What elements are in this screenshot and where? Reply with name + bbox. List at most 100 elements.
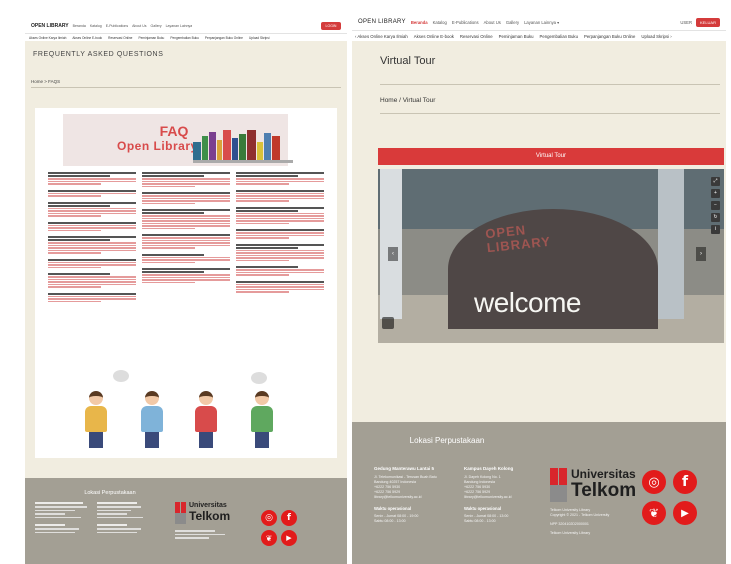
menu-item-katalog[interactable]: Katalog bbox=[90, 24, 102, 28]
tour-prev-arrow-icon[interactable]: ‹ bbox=[388, 247, 398, 261]
faq-text-columns bbox=[45, 172, 327, 362]
instagram-icon[interactable]: ◎ bbox=[642, 470, 666, 494]
twitter-icon[interactable]: ❦ bbox=[261, 530, 277, 546]
telkom-mark-icon bbox=[175, 502, 186, 524]
youtube-icon[interactable]: ▶ bbox=[673, 501, 697, 525]
top-navbar: OPEN LIBRARY Beranda Katalog E-Publicati… bbox=[352, 14, 726, 30]
main-menu: Beranda Katalog E-Publications About Us … bbox=[69, 24, 193, 28]
info-line: NPP 3204102D2000001 bbox=[550, 522, 589, 526]
email-link[interactable]: library@telkomuniversity.ac.id bbox=[464, 495, 544, 500]
breadcrumb: Home / Virtual Tour bbox=[380, 97, 436, 104]
footer-location-column bbox=[35, 502, 90, 535]
subnav-ebook[interactable]: Akses Online E-book bbox=[72, 36, 102, 40]
logo-text-line2: Telkom bbox=[189, 509, 231, 523]
virtual-tour-page-screenshot: OPEN LIBRARY Beranda Katalog E-Publicati… bbox=[352, 14, 726, 564]
page-title: Virtual Tour bbox=[380, 55, 436, 67]
telkom-mark-icon bbox=[550, 468, 567, 502]
bookshelf-illustration bbox=[193, 128, 293, 160]
hours-heading: Waktu operasional bbox=[464, 506, 502, 511]
subnav-reservasi[interactable]: Reservasi Online bbox=[460, 34, 493, 39]
menu-item-epublications[interactable]: E-Publications bbox=[106, 24, 128, 28]
subnav-pengembalian[interactable]: Pengembalian Buku bbox=[170, 36, 199, 40]
shelf bbox=[193, 160, 293, 163]
footer-location-column: Kampus Dayeh Kolong Jl. Dayeh Kolong No.… bbox=[464, 466, 544, 524]
menu-item-katalog[interactable]: Katalog bbox=[433, 20, 447, 25]
tour-next-arrow-icon[interactable]: › bbox=[696, 247, 706, 261]
facebook-icon[interactable]: f bbox=[673, 470, 697, 494]
youtube-icon[interactable]: ▶ bbox=[281, 530, 297, 546]
poster-header: FAQ Open Library bbox=[63, 114, 293, 166]
footer: Lokasi Perpustakaan Gedung Manterawu Lan… bbox=[352, 422, 726, 564]
site-brand[interactable]: OPEN LIBRARY bbox=[358, 19, 406, 25]
location-heading: Gedung Manterawu Lantai 5 bbox=[374, 466, 435, 471]
main-menu: Beranda Katalog E-Publications About Us … bbox=[406, 20, 559, 25]
top-navbar: OPEN LIBRARY Beranda Katalog E-Publicati… bbox=[25, 18, 347, 33]
telkom-university-logo[interactable]: Universitas Telkom bbox=[550, 468, 636, 502]
subnav-karya-ilmiah[interactable]: Akses Online Karya Ilmiah bbox=[29, 36, 66, 40]
tour-zoom-in-icon[interactable]: + bbox=[711, 189, 720, 198]
tour-zoom-out-icon[interactable]: − bbox=[711, 201, 720, 210]
virtual-tour-header-bar: Virtual Tour bbox=[378, 148, 724, 165]
divider bbox=[380, 113, 720, 114]
footer-info: Telkom University Library Copyright © 20… bbox=[550, 508, 630, 536]
menu-item-about[interactable]: About Us bbox=[132, 24, 146, 28]
menu-item-layanan[interactable]: Layanan Lainnya ▾ bbox=[524, 20, 559, 25]
breadcrumb: Home > FAQS bbox=[31, 79, 61, 84]
menu-item-epublications[interactable]: E-Publications bbox=[452, 20, 479, 25]
user-label[interactable]: USER bbox=[680, 20, 692, 25]
students-illustration bbox=[75, 368, 295, 448]
tour-share-icon[interactable]: ↻ bbox=[711, 213, 720, 222]
thought-bubble bbox=[113, 370, 129, 382]
tour-pillar bbox=[658, 169, 684, 319]
subnav-pengembalian[interactable]: Pengembalian Buku bbox=[540, 34, 578, 39]
email-link[interactable]: library@telkomuniversity.ac.id bbox=[374, 495, 454, 500]
hours-heading: Waktu operasional bbox=[374, 506, 412, 511]
thought-bubble bbox=[251, 372, 267, 384]
menu-item-beranda[interactable]: Beranda bbox=[411, 20, 428, 25]
person-figure bbox=[251, 391, 273, 448]
faq-column bbox=[139, 172, 233, 362]
subnav-upload-skripsi[interactable]: Upload Skripsi › bbox=[641, 34, 671, 39]
tour-info-icon[interactable]: i bbox=[711, 225, 720, 234]
subnav-reservasi[interactable]: Reservasi Online bbox=[108, 36, 132, 40]
person-figure bbox=[195, 391, 217, 448]
footer: Lokasi Perpustakaan Universitas Telkom ◎… bbox=[25, 478, 347, 564]
footer-title: Lokasi Perpustakaan bbox=[84, 490, 136, 496]
person-figure bbox=[141, 391, 163, 448]
hours-line: Sabtu 08:00 - 13:00 bbox=[464, 519, 496, 523]
divider bbox=[31, 87, 341, 88]
twitter-icon[interactable]: ❦ bbox=[642, 501, 666, 525]
social-links: ◎ f ❦ ▶ bbox=[261, 510, 297, 546]
subnav-perpanjangan[interactable]: Perpanjangan Buku Online bbox=[584, 34, 635, 39]
tour-pillar bbox=[380, 169, 402, 319]
service-subnav: ‹ Akses Online Karya Ilmiah Akses Online… bbox=[352, 30, 726, 41]
subnav-ebook[interactable]: Akses Online E-book bbox=[414, 34, 454, 39]
faq-page-screenshot: OPEN LIBRARY Beranda Katalog E-Publicati… bbox=[25, 18, 347, 564]
tour-provider-logo[interactable] bbox=[382, 317, 394, 329]
login-button[interactable]: LOGIN bbox=[321, 21, 341, 30]
poster-subtitle: Open Library bbox=[117, 139, 198, 153]
site-brand[interactable]: OPEN LIBRARY bbox=[31, 23, 69, 29]
menu-item-layanan[interactable]: Layanan Lainnya bbox=[166, 24, 193, 28]
subnav-karya-ilmiah[interactable]: ‹ Akses Online Karya Ilmiah bbox=[355, 34, 408, 39]
subnav-peminjaman[interactable]: Peminjaman Buku bbox=[499, 34, 534, 39]
subnav-peminjaman[interactable]: Peminjaman Buku bbox=[138, 36, 164, 40]
telkom-university-logo[interactable]: Universitas Telkom bbox=[175, 502, 230, 524]
menu-item-about[interactable]: About Us bbox=[484, 20, 501, 25]
facebook-icon[interactable]: f bbox=[281, 510, 297, 526]
faq-column bbox=[233, 172, 327, 362]
tour-fullscreen-icon[interactable]: ⤢ bbox=[711, 177, 720, 186]
location-heading: Kampus Dayeh Kolong bbox=[464, 466, 514, 471]
subnav-perpanjangan[interactable]: Perpanjangan Buku Online bbox=[205, 36, 243, 40]
instagram-icon[interactable]: ◎ bbox=[261, 510, 277, 526]
social-links: ◎ f ❦ ▶ bbox=[642, 470, 697, 525]
virtual-tour-viewer[interactable]: OPEN LIBRARY welcome ‹ › ⤢ + − ↻ i bbox=[378, 169, 724, 343]
footer-location-column bbox=[97, 502, 152, 535]
menu-item-beranda[interactable]: Beranda bbox=[73, 24, 86, 28]
menu-item-gallery[interactable]: Gallery bbox=[506, 20, 519, 25]
footer-info-lines bbox=[175, 530, 230, 541]
page-title: FREQUENTLY ASKED QUESTIONS bbox=[33, 51, 164, 58]
menu-item-gallery[interactable]: Gallery bbox=[151, 24, 162, 28]
logout-button[interactable]: KELUAR bbox=[696, 17, 720, 27]
subnav-upload-skripsi[interactable]: Upload Skripsi bbox=[249, 36, 270, 40]
